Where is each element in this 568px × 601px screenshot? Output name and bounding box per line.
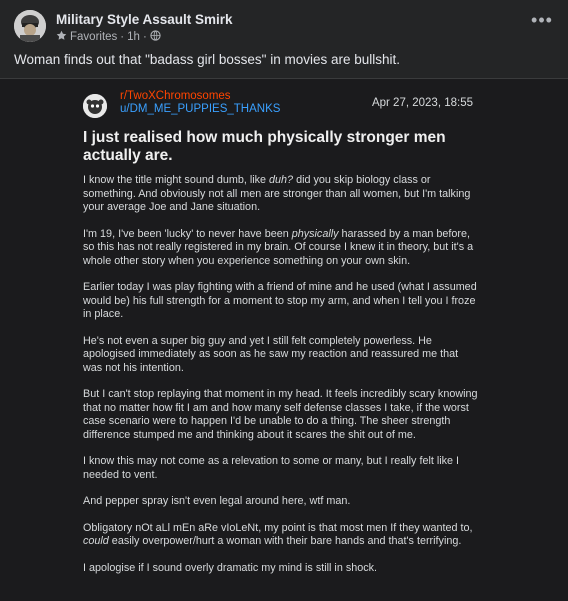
reddit-paragraph: But I can't stop replaying that moment i… [83,388,478,442]
globe-icon [150,30,161,44]
paragraph-text: And pepper spray isn't even legal around… [83,495,351,507]
post-meta: Favorites · 1h · [56,30,161,44]
reddit-paragraph: He's not even a super big guy and yet I … [83,335,478,376]
emphasized-text: duh? [269,174,294,186]
reddit-paragraph: I know this may not come as a relevation… [83,455,478,482]
post-header: Military Style Assault Smirk Favorites ·… [14,10,554,46]
reddit-paragraph: I'm 19, I've been 'lucky' to never have … [83,228,478,269]
post-time[interactable]: 1h [127,31,140,43]
reddit-paragraph: And pepper spray isn't even legal around… [83,495,478,509]
paragraph-text: easily overpower/hurt a woman with their… [108,535,462,547]
reddit-paragraph: I know the title might sound dumb, like … [83,174,478,215]
paragraph-text: I'm 19, I've been 'lucky' to never have … [83,227,292,240]
reddit-paragraph: Obligatory nOt aLl mEn aRe vIoLeNt, my p… [83,522,478,549]
reddit-post-date: Apr 27, 2023, 18:55 [371,97,473,109]
paragraph-text: He's not even a super big guy and yet I … [83,334,459,374]
paragraph-text: I know the title might sound dumb, like [83,174,270,186]
reddit-paragraph: Earlier today I was play fighting with a… [83,281,478,322]
paragraph-text: Obligatory nOt aLl mEn aRe vIoLeNt, my p… [83,521,473,534]
post-caption: Woman finds out that "badass girl bosses… [14,52,401,67]
paragraph-text: Earlier today I was play fighting with a… [83,281,477,320]
separator-dot: · [120,31,125,43]
reddit-paragraph: I apologise if I sound overly dramatic m… [83,562,478,576]
more-options-icon[interactable]: ••• [530,11,554,36]
emphasized-text: physically [291,227,339,240]
emphasized-text: could [83,535,109,547]
group-name[interactable]: Military Style Assault Smirk [56,12,233,27]
reddit-post-body: I know the title might sound dumb, like … [83,174,478,588]
reddit-post-title: I just realised how much physically stro… [83,129,446,164]
separator-dot: · [142,31,147,43]
favorite-star-icon [56,30,67,44]
reddit-user-avatar [83,94,107,118]
favorites-label[interactable]: Favorites [70,31,117,43]
subreddit-name: r/TwoXChromosomes [120,90,231,102]
group-avatar[interactable] [14,10,46,42]
paragraph-text: I apologise if I sound overly dramatic m… [83,561,378,574]
embedded-screenshot: r/TwoXChromosomes u/DM_ME_PUPPIES_THANKS… [0,78,568,601]
paragraph-text: I know this may not come as a relevation… [83,455,460,481]
paragraph-text: But I can't stop replaying that moment i… [83,388,478,441]
reddit-username: u/DM_ME_PUPPIES_THANKS [120,103,281,115]
